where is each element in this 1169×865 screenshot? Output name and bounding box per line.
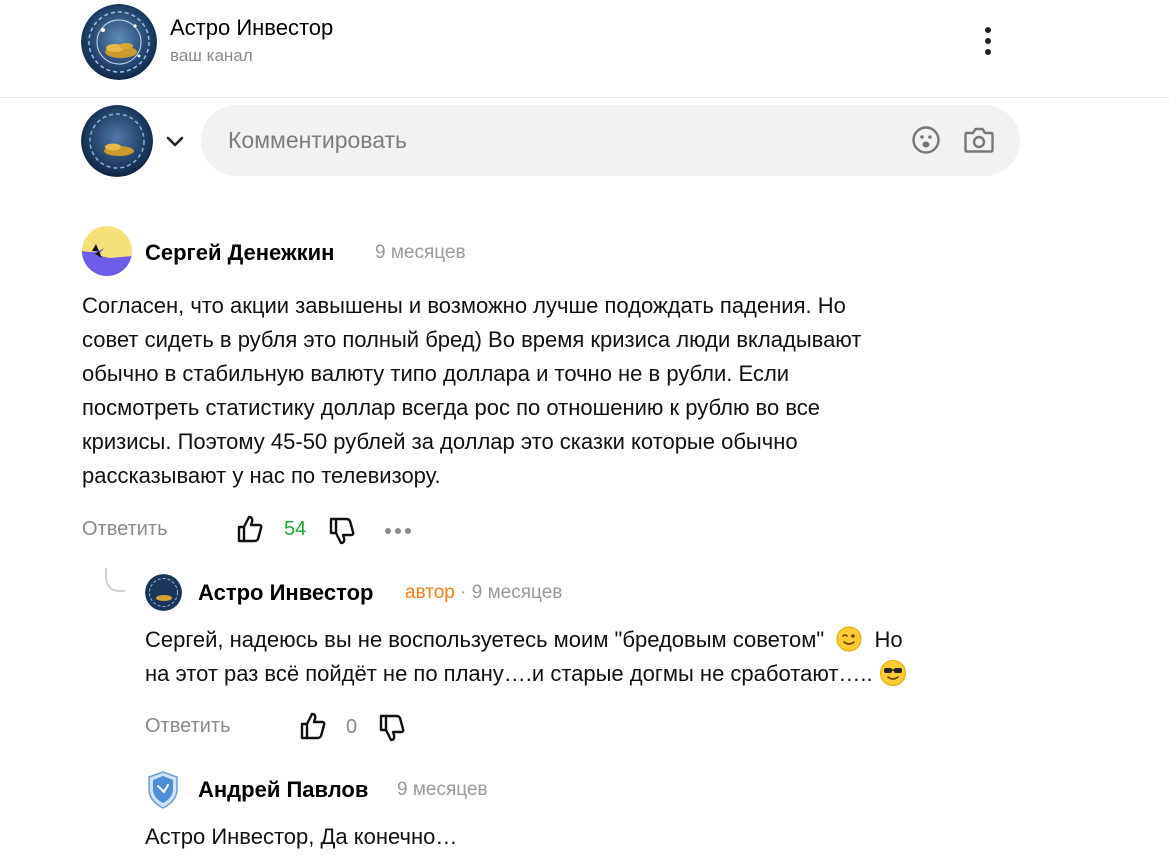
comment-composer[interactable]: Комментировать — [201, 105, 1020, 176]
comment-time: 9 месяцев — [397, 779, 488, 800]
comment-input[interactable]: Комментировать — [228, 127, 407, 154]
thumbs-up-icon[interactable] — [236, 514, 264, 549]
more-options-icon[interactable] — [384, 523, 412, 541]
comment-author[interactable]: Сергей Денежкин — [145, 240, 334, 266]
comment-text: Согласен, что акции завышены и возможно … — [82, 293, 862, 488]
emoji-icon[interactable] — [911, 125, 941, 155]
reply-button[interactable]: Ответить — [82, 518, 168, 541]
comment-time: · 9 месяцев — [460, 582, 563, 603]
channel-subtitle: ваш канал — [170, 46, 253, 65]
thumbs-up-icon[interactable] — [299, 711, 327, 746]
author-badge: автор — [405, 582, 455, 603]
user-avatar[interactable] — [82, 226, 132, 276]
channel-avatar[interactable] — [81, 4, 157, 80]
camera-icon[interactable] — [963, 125, 995, 155]
cool-emoji-icon — [879, 659, 907, 687]
shield-avatar-icon[interactable] — [145, 770, 181, 810]
comment-author[interactable]: Андрей Павлов — [198, 777, 368, 803]
comment-text: Астро Инвестор, Да конечно… — [145, 824, 458, 849]
comment-time: 9 месяцев — [375, 242, 466, 263]
like-count: 0 — [346, 716, 358, 738]
wink-emoji-icon — [836, 626, 862, 652]
reply-thread-line — [105, 568, 125, 592]
thumbs-down-icon[interactable] — [378, 713, 406, 748]
channel-header: Астро Инвестор ваш канал — [0, 0, 1169, 98]
comment-meta: автор · 9 месяцев — [405, 582, 562, 604]
channel-name[interactable]: Астро Инвестор — [170, 15, 333, 41]
comment-author[interactable]: Астро Инвестор — [198, 580, 373, 606]
comment-text: Сергей, надеюсь вы не воспользуетесь мои… — [145, 623, 1025, 691]
like-count: 54 — [284, 518, 307, 540]
reply-button[interactable]: Ответить — [145, 715, 231, 738]
thumbs-down-icon[interactable] — [328, 516, 356, 551]
composer-avatar[interactable] — [81, 105, 153, 177]
chevron-down-icon[interactable] — [162, 130, 188, 154]
more-menu-icon[interactable] — [975, 24, 1001, 62]
user-avatar[interactable] — [145, 574, 182, 611]
